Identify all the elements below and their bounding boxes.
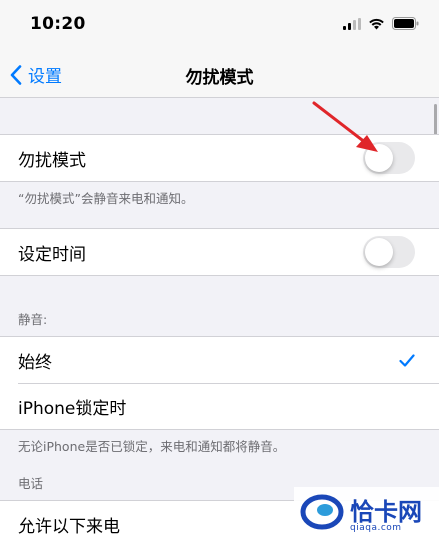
logo-mark-icon bbox=[300, 494, 344, 529]
silence-group: 始终 iPhone锁定时 bbox=[0, 336, 439, 430]
schedule-label: 设定时间 bbox=[18, 244, 86, 265]
toggle-knob bbox=[365, 238, 393, 266]
status-bar: 10:20 bbox=[0, 0, 439, 50]
dnd-label: 勿扰模式 bbox=[18, 150, 86, 171]
silence-option-always[interactable]: 始终 bbox=[0, 337, 439, 383]
silence-option-label: 始终 bbox=[18, 352, 52, 373]
schedule-group: 设定时间 bbox=[0, 228, 439, 276]
status-icons bbox=[343, 17, 419, 30]
annotation-arrow-icon bbox=[312, 101, 378, 152]
allow-calls-label: 允许以下来电 bbox=[18, 516, 120, 536]
cellular-signal-icon bbox=[343, 17, 361, 30]
wifi-icon bbox=[369, 18, 384, 29]
status-time: 10:20 bbox=[30, 14, 86, 34]
silence-option-label: iPhone锁定时 bbox=[18, 398, 127, 419]
silence-option-locked[interactable]: iPhone锁定时 bbox=[0, 383, 439, 429]
navigation-bar: 设置 勿扰模式 bbox=[0, 50, 439, 98]
schedule-toggle[interactable] bbox=[363, 236, 415, 268]
silence-footnote: 无论iPhone是否已锁定，来电和通知都将静音。 bbox=[18, 439, 286, 454]
watermark-logo: 恰卡网 qiaqa.com bbox=[294, 487, 439, 536]
schedule-row: 设定时间 bbox=[0, 229, 439, 275]
checkmark-icon bbox=[399, 353, 415, 367]
watermark-subtext: qiaqa.com bbox=[350, 523, 402, 533]
silence-section-header: 静音: bbox=[18, 312, 48, 327]
page-title: 勿扰模式 bbox=[185, 68, 254, 88]
watermark-text: 恰卡网 bbox=[350, 497, 422, 526]
dnd-footnote: “勿扰模式”会静音来电和通知。 bbox=[18, 191, 194, 206]
battery-icon bbox=[392, 17, 419, 30]
